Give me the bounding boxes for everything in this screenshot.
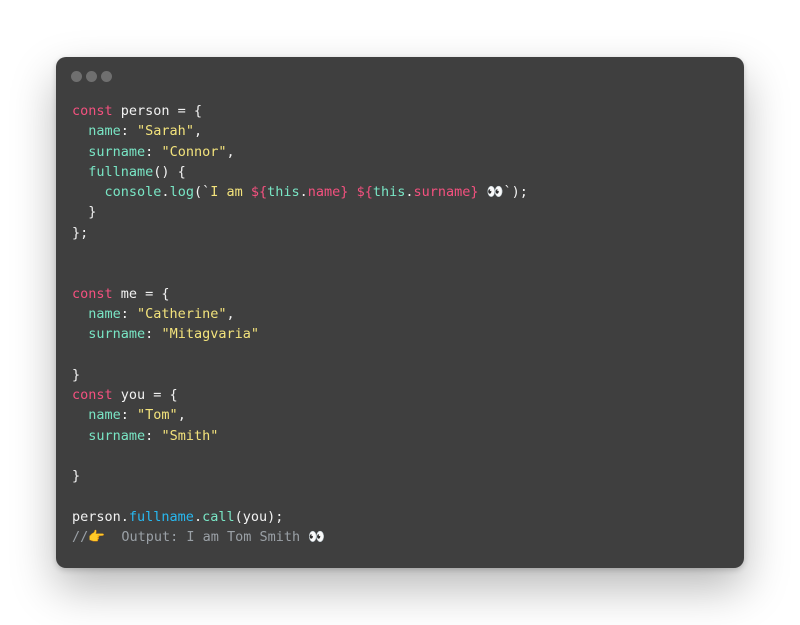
code-token: fullname: [128, 508, 194, 525]
maximize-dot-icon[interactable]: [101, 71, 112, 82]
close-dot-icon[interactable]: [71, 71, 82, 82]
code-block: const person = { name: "Sarah", surname:…: [72, 101, 528, 548]
code-line: const me = {: [72, 284, 528, 304]
code-line: person.fullname.call(you);: [72, 507, 528, 527]
code-line: surname: "Mitagvaria": [72, 324, 528, 344]
code-token: "Connor": [161, 143, 227, 160]
code-token: .: [193, 508, 203, 525]
code-line: fullname() {: [72, 162, 528, 182]
code-line: }: [72, 466, 528, 486]
code-token: .: [405, 184, 414, 201]
code-token: person.: [72, 508, 129, 525]
code-token: surname: [413, 184, 471, 201]
code-token: console: [104, 184, 162, 201]
code-token: const: [72, 103, 113, 119]
code-token: ,: [226, 143, 235, 160]
code-token: }: [72, 204, 97, 221]
code-token: :: [120, 407, 138, 424]
code-token: you = {: [112, 387, 178, 404]
code-line: const person = {: [72, 101, 528, 121]
code-token: ${: [250, 184, 268, 201]
code-line: surname: "Smith": [72, 426, 528, 446]
code-token: surname: [88, 143, 146, 160]
code-token: .: [299, 184, 308, 201]
code-token: this: [372, 184, 406, 201]
code-token: const: [72, 387, 113, 404]
code-token: name: [88, 305, 121, 322]
code-token: me = {: [112, 285, 170, 302]
window-controls: [71, 71, 112, 82]
code-token: log: [169, 184, 194, 201]
code-token: .: [161, 184, 170, 201]
code-token: }: [470, 184, 479, 201]
code-token: this: [267, 184, 300, 201]
code-token: ,: [226, 305, 235, 322]
code-token: name: [88, 123, 121, 140]
code-token: :: [145, 326, 162, 343]
code-token: "Smith": [161, 427, 219, 444]
code-token: "Sarah": [137, 123, 194, 140]
code-token: (you);: [234, 508, 284, 525]
code-token: name: [307, 184, 341, 201]
code-token: "Mitagvaria": [161, 326, 259, 343]
code-token: `);: [503, 184, 528, 201]
code-token: :: [120, 305, 138, 322]
code-line: surname: "Connor",: [72, 142, 528, 162]
code-token: ${: [356, 184, 373, 201]
code-token: (`: [193, 184, 211, 201]
code-token: 👀: [478, 184, 504, 201]
code-window: const person = { name: "Sarah", surname:…: [56, 57, 744, 568]
minimize-dot-icon[interactable]: [86, 71, 97, 82]
code-token: }: [72, 468, 81, 485]
code-token: ,: [193, 123, 203, 140]
code-token: person = {: [112, 103, 203, 119]
code-token: :: [120, 123, 138, 140]
code-token: I am: [210, 184, 251, 201]
code-token: :: [145, 427, 162, 444]
code-token: }: [72, 366, 81, 383]
code-token: surname: [88, 427, 146, 444]
code-line: };: [72, 223, 528, 243]
code-line: //👉 Output: I am Tom Smith 👀: [72, 527, 528, 547]
code-token: :: [145, 143, 162, 160]
code-line: name: "Sarah",: [72, 121, 528, 141]
code-line: console.log(`I am ${this.name} ${this.su…: [72, 182, 528, 202]
code-token: surname: [88, 326, 146, 343]
code-token: "Catherine": [137, 305, 227, 322]
code-line: }: [72, 365, 528, 385]
code-line: const you = {: [72, 385, 528, 405]
code-token: };: [72, 224, 89, 241]
code-token: fullname: [88, 163, 154, 180]
code-line: }: [72, 202, 528, 222]
code-token: ,: [177, 407, 186, 424]
code-token: //👉 Output: I am Tom Smith 👀: [72, 529, 326, 546]
code-token: const: [72, 285, 113, 302]
code-token: "Tom": [137, 407, 178, 424]
code-line: name: "Catherine",: [72, 304, 528, 324]
code-token: name: [88, 407, 121, 424]
code-token: () {: [153, 163, 186, 180]
code-line: name: "Tom",: [72, 405, 528, 425]
code-token: call: [202, 508, 235, 525]
